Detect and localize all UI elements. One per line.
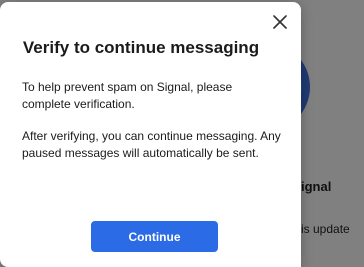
close-button[interactable] <box>270 12 290 32</box>
background-text: is update <box>301 222 350 236</box>
background-heading: ignal <box>301 179 332 194</box>
dialog-description: To help prevent spam on Signal, please c… <box>22 80 233 111</box>
close-icon <box>273 15 287 29</box>
dialog-title: Verify to continue messaging <box>22 38 260 57</box>
continue-button[interactable]: Continue <box>91 221 218 252</box>
verification-dialog: Verify to continue messaging To help pre… <box>0 2 301 267</box>
dialog-note: After verifying, you can continue messag… <box>22 129 281 160</box>
